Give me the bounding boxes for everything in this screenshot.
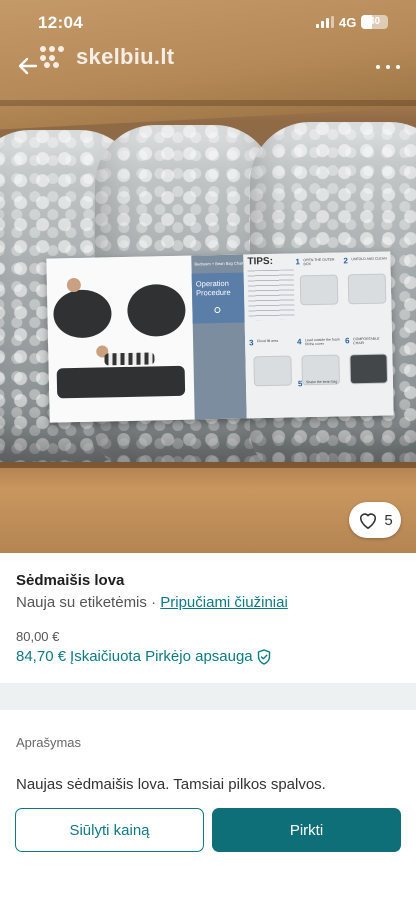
- signal-icon: [316, 16, 334, 28]
- price-with-protection: 84,70 €: [16, 648, 67, 665]
- shield-check-icon: [257, 648, 270, 665]
- step-item: 2 UNFOLD AND CLEAN: [343, 255, 390, 322]
- listing-photo[interactable]: Bedroom + Bean Bag Chair Operation Proce…: [0, 0, 416, 553]
- arrow-left-icon: [18, 57, 38, 75]
- buy-button[interactable]: Pirkti: [212, 808, 401, 852]
- tips-panel: TIPS: 1 OPEN THE OUTER BOX 2 UNFOLD AND …: [243, 251, 394, 419]
- step-number: 4: [297, 337, 302, 347]
- battery-level: 40: [368, 16, 381, 27]
- step-item: 1 OPEN THE OUTER BOX: [295, 256, 342, 323]
- listing-title: Sėdmaišis lova: [16, 572, 125, 589]
- procedure-header: Bedroom + Bean Bag Chair: [194, 260, 244, 267]
- logo-mark-icon: [40, 46, 70, 68]
- site-logo: skelbiu.lt: [40, 44, 174, 70]
- step-image: [253, 355, 293, 387]
- procedure-dot: [214, 306, 221, 314]
- step-number: 6: [345, 336, 350, 346]
- tips-title: TIPS:: [247, 255, 274, 268]
- step-text: OPEN THE OUTER BOX: [303, 257, 335, 267]
- step-number: 5: [297, 379, 303, 389]
- bean-bag-image: [126, 283, 186, 337]
- step-image: [349, 353, 389, 385]
- step-item: 3 Flood fill area: [249, 337, 296, 404]
- heart-outline-icon: [360, 513, 377, 529]
- bean-bag-bed-image: [56, 365, 186, 399]
- step-image: [347, 273, 387, 305]
- network-type: 4G: [339, 15, 357, 30]
- category-link[interactable]: Pripučiami čiužiniai: [160, 594, 288, 611]
- buyer-protection-label: Įskaičiuota Pirkėjo apsauga: [70, 648, 253, 665]
- product-label-card: Bedroom + Bean Bag Chair Operation Proce…: [46, 251, 394, 423]
- description-text: Naujas sėdmaišis lova. Tamsiai pilkos sp…: [16, 776, 326, 793]
- step-text: Lead outside the foam fill the cover: [305, 337, 340, 347]
- price-with-protection-row[interactable]: 84,70 € Įskaičiuota Pirkėjo apsauga: [16, 648, 271, 665]
- separator: ·: [151, 594, 157, 611]
- condition-text: Nauja su etiketėmis: [16, 594, 147, 611]
- action-bar: Siūlyti kainą Pirkti: [0, 794, 416, 900]
- listing-subline: Nauja su etiketėmis · Pripučiami čiužini…: [16, 594, 288, 611]
- logo-text: skelbiu.lt: [76, 44, 175, 69]
- step-text: UNFOLD AND CLEAN: [351, 256, 387, 262]
- section-divider: [0, 683, 416, 710]
- step-text: COMFORTABLE CHAIR: [353, 336, 380, 346]
- box-edge: [0, 462, 416, 468]
- status-time: 12:04: [38, 13, 83, 32]
- procedure-label: Operation Procedure: [195, 278, 231, 298]
- step-item: 5 Shake the bean bag: [298, 378, 345, 415]
- box-seam: [0, 100, 416, 106]
- back-button[interactable]: [14, 52, 42, 80]
- favorite-count: 5: [384, 511, 393, 529]
- description-label: Aprašymas: [16, 735, 82, 750]
- status-bar: 12:04 4G 40: [0, 0, 416, 44]
- more-options-button[interactable]: [374, 58, 402, 76]
- tips-text: [247, 269, 295, 321]
- person-image: [104, 352, 155, 366]
- step-text: Flood fill area: [257, 338, 279, 344]
- procedure-panel: Bedroom + Bean Bag Chair Operation Proce…: [191, 254, 247, 420]
- favorite-button[interactable]: 5: [349, 502, 401, 538]
- step-number: 1: [295, 257, 300, 267]
- bean-bag-image: [52, 289, 112, 339]
- product-photos: [46, 255, 195, 423]
- price: 80,00 €: [16, 629, 60, 644]
- step-image: [299, 274, 339, 306]
- step-item: 6 COMFORTABLE CHAIR: [345, 335, 392, 402]
- step-number: 3: [249, 338, 254, 348]
- make-offer-button[interactable]: Siūlyti kainą: [15, 808, 204, 852]
- battery-icon: 40: [361, 15, 388, 29]
- step-number: 2: [343, 256, 348, 266]
- step-text: Shake the bean bag: [305, 379, 338, 385]
